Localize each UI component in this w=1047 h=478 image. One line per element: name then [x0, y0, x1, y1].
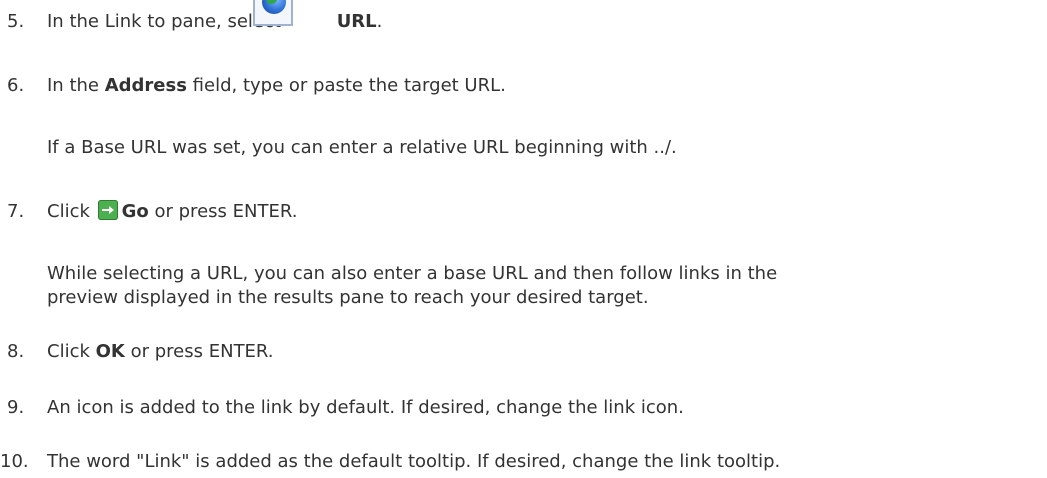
- step-8: 8. Click OK or press ENTER.: [0, 340, 274, 364]
- step-number: 8.: [7, 341, 25, 362]
- go-arrow-icon: [97, 200, 118, 220]
- step-number: 5.: [7, 11, 25, 32]
- step-6: 6. In the Address field, type or paste th…: [0, 74, 506, 98]
- base-url-note: If a Base URL was set, you can enter a r…: [47, 137, 677, 158]
- step-9: 9. An icon is added to the link by defaul…: [0, 396, 684, 420]
- step-5: 5. In the Link to pane, select URL.: [0, 0, 382, 34]
- url-globe-icon: [253, 0, 293, 26]
- step-text: In the Link to pane, select: [47, 11, 281, 32]
- step-10: 10. The word "Link" is added as the defau…: [0, 451, 781, 472]
- step-number: 6.: [7, 75, 25, 96]
- step-7: 7. Click Go or press ENTER.: [0, 200, 297, 224]
- base-url-follow-note: While selecting a URL, you can also ente…: [47, 263, 778, 308]
- address-label: Address: [104, 75, 187, 96]
- url-label: URL: [336, 11, 377, 32]
- step-number: 10.: [0, 451, 29, 472]
- go-label: Go: [121, 201, 149, 222]
- step-number: 9.: [7, 397, 25, 418]
- step-number: 7.: [7, 201, 25, 222]
- ok-label: OK: [95, 341, 125, 362]
